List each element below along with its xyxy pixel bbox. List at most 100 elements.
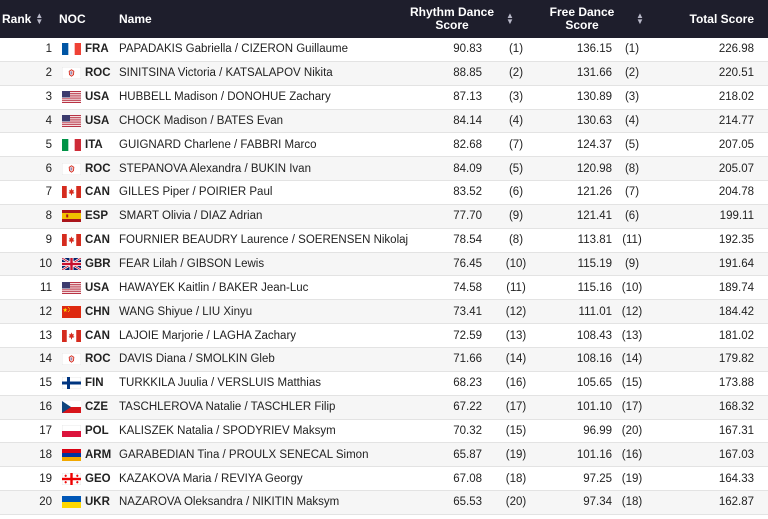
athlete-names[interactable]: FOURNIER BEAUDRY Laurence / SOERENSEN Ni… (119, 229, 409, 252)
table-row[interactable]: 17 POL KALISZEK Natalia / SPODYRIEV Maksym… (0, 420, 768, 444)
free-dance-rank: (14) (621, 353, 643, 366)
athlete-names[interactable]: GARABEDIAN Tina / PROULX SENECAL Simon (119, 443, 409, 466)
total-score: 181.02 (718, 329, 754, 342)
table-row[interactable]: 3 USA HUBBELL Madison / DONOHUE Zachary 87.… (0, 86, 768, 110)
noc-code: ROC (85, 353, 111, 366)
free-dance-score: 121.41 (576, 210, 612, 223)
noc-code: POL (85, 424, 109, 437)
athlete-names[interactable]: FEAR Lilah / GIBSON Lewis (119, 253, 409, 276)
pol-flag-icon (62, 420, 83, 443)
arm-flag-icon (62, 443, 83, 466)
table-row[interactable]: 16 CZE TASCHLEROVA Natalie / TASCHLER Fili… (0, 395, 768, 420)
athlete-names[interactable]: LAJOIE Marjorie / LAGHA Zachary (119, 324, 409, 347)
rank-column-header[interactable]: Rank ▲ ▼ (2, 0, 43, 38)
rhythm-dance-rank: (13) (505, 329, 527, 342)
free-dance-rank: (13) (621, 329, 643, 342)
table-row[interactable]: 9 CAN FOURNIER BEAUDRY Laurence / SOERENSE… (0, 229, 768, 253)
athlete-names[interactable]: GUIGNARD Charlene / FABBRI Marco (119, 133, 409, 156)
athlete-names[interactable]: TURKKILA Juulia / VERSLUIS Matthias (119, 372, 409, 395)
rhythm-dance-score: 71.66 (453, 353, 482, 366)
free-dance-rank: (16) (621, 448, 643, 461)
rhythm-dance-rank: (14) (505, 353, 527, 366)
table-row[interactable]: 19 GEO KAZAKOVA Maria / REVIYA Georgy 67.08… (0, 467, 768, 492)
total-score: 164.33 (718, 472, 754, 485)
free-dance-score: 97.34 (583, 496, 612, 509)
sort-icon[interactable]: ▲ ▼ (506, 12, 514, 26)
athlete-names[interactable]: GILLES Piper / POIRIER Paul (119, 181, 409, 204)
roc-emblem-icon (62, 157, 83, 180)
noc-code: ROC (85, 162, 111, 175)
table-row[interactable]: 4 USA CHOCK Madison / BATES Evan 84.14 (4) 13… (0, 109, 768, 134)
rhythm-dance-column-header[interactable]: Rhythm Dance Score ▲ ▼ (402, 0, 530, 38)
athlete-names[interactable]: STEPANOVA Alexandra / BUKIN Ivan (119, 157, 409, 180)
free-dance-score: 131.66 (576, 67, 612, 80)
table-row[interactable]: 12 CHN WANG Shiyue / LIU Xinyu 73.41 (12) 111… (0, 300, 768, 325)
total-score: 218.02 (718, 91, 754, 104)
rank-cell: 2 (45, 67, 52, 80)
rhythm-dance-rank: (9) (508, 210, 524, 223)
rhythm-dance-score: 84.09 (453, 162, 482, 175)
results-table: Rank ▲ ▼ NOC Name Rhythm Dance Score ▲ ▼ F… (0, 0, 768, 515)
table-row[interactable]: 8 ESP SMART Olivia / DIAZ Adrian 77.70 (9) 12… (0, 204, 768, 229)
free-dance-score: 130.63 (576, 114, 612, 127)
free-dance-rank: (12) (621, 305, 643, 318)
total-score-column-header: Total Score (689, 12, 754, 26)
table-row[interactable]: 7 CAN GILLES Piper / POIRIER Paul 83.52 (6) 1… (0, 181, 768, 205)
can-flag-icon (62, 229, 83, 252)
rhythm-dance-rank: (19) (505, 448, 527, 461)
rhythm-dance-score: 88.85 (453, 67, 482, 80)
total-score: 220.51 (718, 67, 754, 80)
rhythm-dance-score: 83.52 (453, 186, 482, 199)
athlete-names[interactable]: NAZAROVA Oleksandra / NIKITIN Maksym (119, 491, 409, 514)
athlete-names[interactable]: SINITSINA Victoria / KATSALAPOV Nikita (119, 62, 409, 85)
athlete-names[interactable]: DAVIS Diana / SMOLKIN Gleb (119, 348, 409, 371)
athlete-names[interactable]: HUBBELL Madison / DONOHUE Zachary (119, 86, 409, 109)
rank-cell: 16 (39, 401, 52, 414)
athlete-names[interactable]: PAPADAKIS Gabriella / CIZERON Guillaume (119, 38, 409, 61)
free-dance-score: 111.01 (578, 305, 612, 318)
rank-cell: 9 (45, 234, 52, 247)
total-score: 179.82 (718, 353, 754, 366)
free-dance-rank: (4) (624, 114, 640, 127)
total-score: 204.78 (718, 186, 754, 199)
table-row[interactable]: 11 USA HAWAYEK Kaitlin / BAKER Jean-Luc 74.… (0, 276, 768, 301)
athlete-names[interactable]: KALISZEK Natalia / SPODYRIEV Maksym (119, 420, 409, 443)
athlete-names[interactable]: CHOCK Madison / BATES Evan (119, 110, 409, 133)
rank-cell: 20 (39, 496, 52, 509)
table-row[interactable]: 6 ROC STEPANOVA Alexandra / BUKIN Ivan 84.0… (0, 157, 768, 182)
athlete-names[interactable]: TASCHLEROVA Natalie / TASCHLER Filip (119, 396, 409, 419)
rank-cell: 18 (39, 448, 52, 461)
sort-icon[interactable]: ▲ ▼ (35, 12, 43, 26)
athlete-names[interactable]: KAZAKOVA Maria / REVIYA Georgy (119, 467, 409, 490)
table-row[interactable]: 20 UKR NAZAROVA Oleksandra / NIKITIN Maksy… (0, 491, 768, 515)
table-row[interactable]: 1 FRA PAPADAKIS Gabriella / CIZERON Guilla… (0, 38, 768, 62)
table-row[interactable]: 14 ROC DAVIS Diana / SMOLKIN Gleb 71.66 (14)… (0, 347, 768, 372)
table-row[interactable]: 15 FIN TURKKILA Juulia / VERSLUIS Matthias… (0, 372, 768, 396)
rhythm-dance-rank: (11) (506, 281, 526, 294)
noc-column-header: NOC (59, 12, 86, 26)
usa-flag-icon (62, 276, 83, 299)
noc-code: USA (85, 281, 110, 294)
athlete-names[interactable]: WANG Shiyue / LIU Xinyu (119, 300, 409, 323)
noc-code: FIN (85, 377, 104, 390)
rank-cell: 3 (45, 91, 52, 104)
rank-cell: 14 (39, 353, 52, 366)
free-dance-rank: (3) (624, 91, 640, 104)
table-row[interactable]: 5 ITA GUIGNARD Charlene / FABBRI Marco 82.6… (0, 133, 768, 158)
total-score: 168.32 (718, 401, 754, 414)
total-score: 192.35 (718, 234, 754, 247)
noc-code: CZE (85, 401, 108, 414)
noc-code: GEO (85, 472, 111, 485)
athlete-names[interactable]: HAWAYEK Kaitlin / BAKER Jean-Luc (119, 276, 409, 299)
athlete-names[interactable]: SMART Olivia / DIAZ Adrian (119, 205, 409, 228)
table-row[interactable]: 10 GBR FEAR Lilah / GIBSON Lewis 76.45 (10) 1… (0, 252, 768, 277)
noc-code: GBR (85, 258, 111, 271)
table-row[interactable]: 18 ARM GARABEDIAN Tina / PROULX SENECAL Si… (0, 443, 768, 468)
rank-cell: 4 (45, 114, 52, 127)
free-dance-score: 113.81 (577, 234, 612, 247)
table-row[interactable]: 13 CAN LAJOIE Marjorie / LAGHA Zachary 72.5… (0, 324, 768, 348)
total-score: 189.74 (718, 281, 754, 294)
rank-cell: 5 (45, 138, 52, 151)
table-row[interactable]: 2 ROC SINITSINA Victoria / KATSALAPOV Niki… (0, 61, 768, 86)
rhythm-dance-score: 90.83 (453, 43, 482, 56)
